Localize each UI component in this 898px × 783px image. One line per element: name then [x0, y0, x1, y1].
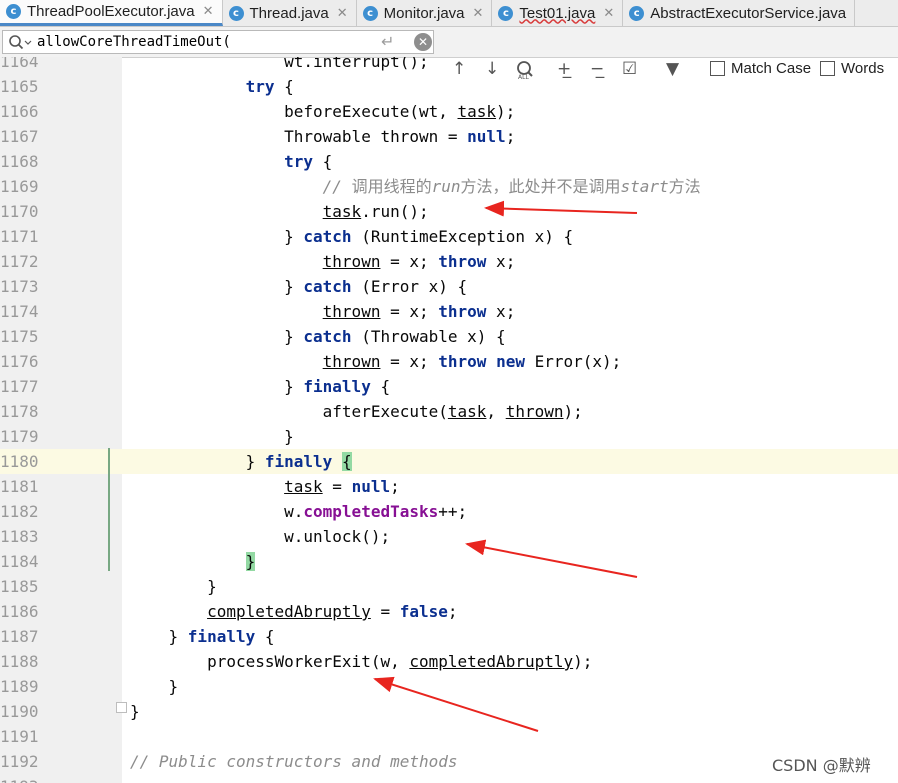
- search-icon[interactable]: [8, 34, 32, 52]
- tab-test01[interactable]: c Test01.java ✕: [492, 0, 624, 26]
- tab-thread[interactable]: c Thread.java ✕: [223, 0, 357, 26]
- annotation-arrows: [373, 200, 638, 732]
- tab-label: Thread.java: [249, 4, 329, 22]
- close-tab-icon[interactable]: ✕: [603, 6, 614, 21]
- java-class-icon: c: [6, 4, 21, 19]
- editor-tab-bar: c ThreadPoolExecutor.java ✕ c Thread.jav…: [0, 0, 898, 27]
- tab-label: AbstractExecutorService.java: [650, 4, 847, 22]
- watermark: CSDN @默辨: [772, 756, 871, 775]
- tab-abstractexecutorservice[interactable]: c AbstractExecutorService.java: [623, 0, 856, 26]
- red-arrow: [373, 676, 539, 732]
- java-class-icon: c: [629, 5, 645, 21]
- java-class-icon: c: [228, 5, 244, 21]
- close-tab-icon[interactable]: ✕: [337, 6, 348, 21]
- red-arrow: [484, 200, 638, 217]
- red-arrow: [465, 539, 638, 578]
- tab-label: Monitor.java: [383, 4, 465, 22]
- code-editor[interactable]: 1164 wt.interrupt(); 1165 try {1166 befor…: [0, 57, 898, 783]
- clear-search-icon[interactable]: ✕: [414, 33, 432, 51]
- search-input[interactable]: allowCoreThreadTimeOut( ↵ ✕: [2, 30, 434, 54]
- close-tab-icon[interactable]: ✕: [203, 4, 214, 19]
- java-class-icon: c: [362, 5, 378, 21]
- tab-monitor[interactable]: c Monitor.java ✕: [357, 0, 493, 26]
- tab-threadpoolexecutor[interactable]: c ThreadPoolExecutor.java ✕: [0, 0, 223, 26]
- find-bar: allowCoreThreadTimeOut( ↵ ✕ ↑ ↓ ALL +̲ −…: [0, 27, 898, 80]
- close-tab-icon[interactable]: ✕: [473, 6, 484, 21]
- tab-label: ThreadPoolExecutor.java: [27, 3, 195, 20]
- runnable-class-icon: c: [498, 5, 514, 21]
- tab-label: Test01.java: [519, 4, 596, 22]
- search-query: allowCoreThreadTimeOut(: [37, 34, 231, 50]
- newline-icon[interactable]: ↵: [381, 32, 394, 51]
